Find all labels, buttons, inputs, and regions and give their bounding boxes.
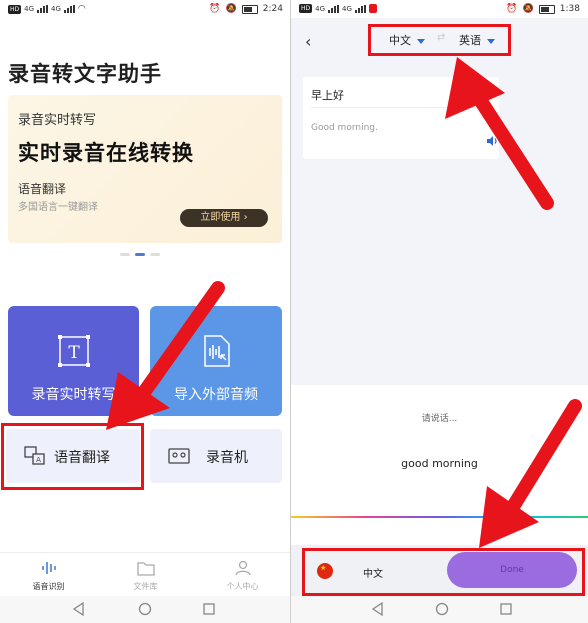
- banner-subtitle: 语音翻译: [18, 182, 67, 196]
- voice-level-bar: [291, 516, 588, 518]
- audio-import-icon: [204, 335, 230, 367]
- alarm-icon: ⏰: [209, 4, 221, 14]
- hd-badge: HD: [299, 4, 313, 13]
- hd-badge: HD: [8, 4, 22, 14]
- carousel-dot: [150, 253, 160, 256]
- import-audio-label: 导入外部音频: [174, 387, 258, 403]
- source-text: 早上好: [311, 89, 344, 102]
- home-nav-icon[interactable]: [138, 602, 152, 616]
- realtime-transcribe-card[interactable]: T 录音实时转写: [8, 306, 139, 416]
- recents-nav-icon[interactable]: [202, 602, 216, 616]
- recents-nav-icon[interactable]: [499, 602, 513, 616]
- signal-icon: [328, 4, 340, 13]
- clock: 1:38: [559, 4, 580, 14]
- translation-screen: HD 4G 4G ⏰ 🔕 1:38 ‹ 中文 ⇄ 英语 早上好 Good mor…: [291, 0, 588, 623]
- translator-home-screen: HD 4G 4G ◠ ⏰ 🔕 2:24 录音转文字助手 录音实时转写 实时录音在…: [0, 0, 291, 623]
- promo-banner[interactable]: 录音实时转写 实时录音在线转换 语音翻译 多国语言一键翻译 立即使用 ›: [8, 95, 282, 243]
- highlight-box: [1, 423, 144, 490]
- back-chevron-icon[interactable]: ‹: [305, 32, 311, 51]
- back-nav-icon[interactable]: [72, 602, 86, 616]
- banner-description: 多国语言一键翻译: [18, 202, 98, 213]
- signal-icon-2: [354, 4, 366, 13]
- carousel-indicator: [120, 253, 160, 256]
- recording-controls: 中文 Done: [291, 545, 588, 596]
- cassette-icon: [168, 448, 190, 464]
- tab-label: 语音识别: [32, 582, 65, 591]
- translation-card[interactable]: 早上好 Good morning.: [303, 77, 499, 159]
- recognized-text: good morning: [401, 457, 478, 470]
- network-label: 4G: [315, 4, 326, 13]
- tab-label: 文件库: [133, 582, 158, 591]
- carousel-dot-active: [135, 253, 145, 256]
- recorder-label: 录音机: [206, 450, 248, 466]
- status-bar: HD 4G 4G ◠ ⏰ 🔕 2:24: [0, 0, 291, 18]
- recorder-tile[interactable]: 录音机: [150, 429, 282, 483]
- folder-icon: [136, 562, 155, 576]
- battery-icon: [538, 4, 555, 14]
- wifi-icon: ◠: [77, 4, 86, 14]
- carousel-dot: [120, 253, 130, 256]
- tab-label: 个人中心: [226, 582, 259, 591]
- text-frame-icon: T: [57, 335, 90, 367]
- tab-profile[interactable]: 个人中心: [194, 553, 291, 597]
- battery-icon: [241, 4, 258, 14]
- waveform-icon: [41, 562, 56, 574]
- banner-big-title: 实时录音在线转换: [18, 141, 194, 165]
- realtime-transcribe-label: 录音实时转写: [31, 387, 116, 403]
- svg-text:T: T: [68, 343, 80, 363]
- recording-icon: [368, 4, 377, 13]
- mute-icon: 🔕: [522, 4, 534, 14]
- tab-speech-recognition[interactable]: 语音识别: [0, 553, 97, 597]
- signal-icon-2: [63, 5, 75, 13]
- divider: [311, 107, 491, 108]
- banner-small-title: 录音实时转写: [18, 113, 97, 128]
- home-nav-icon[interactable]: [435, 602, 449, 616]
- bottom-tab-bar: 语音识别 文件库 个人中心: [0, 552, 291, 597]
- system-nav-bar: [0, 596, 291, 623]
- signal-icon: [37, 5, 49, 13]
- status-bar: HD 4G 4G ⏰ 🔕 1:38: [291, 0, 588, 18]
- import-audio-card[interactable]: 导入外部音频: [150, 306, 282, 416]
- speak-prompt: 请说话...: [421, 414, 458, 424]
- mute-icon: 🔕: [225, 4, 237, 14]
- use-now-button[interactable]: 立即使用 ›: [180, 209, 268, 227]
- speaker-icon[interactable]: [486, 135, 498, 147]
- highlight-box: [302, 548, 585, 596]
- network-label-2: 4G: [51, 5, 61, 13]
- network-label-2: 4G: [342, 4, 352, 13]
- person-icon: [234, 560, 251, 576]
- translation-history: 早上好 Good morning.: [291, 60, 588, 385]
- clock: 2:24: [262, 4, 283, 14]
- panel-divider: [290, 0, 291, 623]
- network-label: 4G: [24, 5, 35, 13]
- tab-file-library[interactable]: 文件库: [97, 553, 194, 597]
- translation-header: ‹ 中文 ⇄ 英语: [291, 18, 588, 60]
- translated-text: Good morning.: [311, 123, 378, 133]
- alarm-icon: ⏰: [506, 4, 518, 14]
- app-title: 录音转文字助手: [8, 62, 162, 86]
- back-nav-icon[interactable]: [371, 602, 385, 616]
- highlight-box: [368, 24, 511, 56]
- system-nav-bar: [291, 596, 588, 623]
